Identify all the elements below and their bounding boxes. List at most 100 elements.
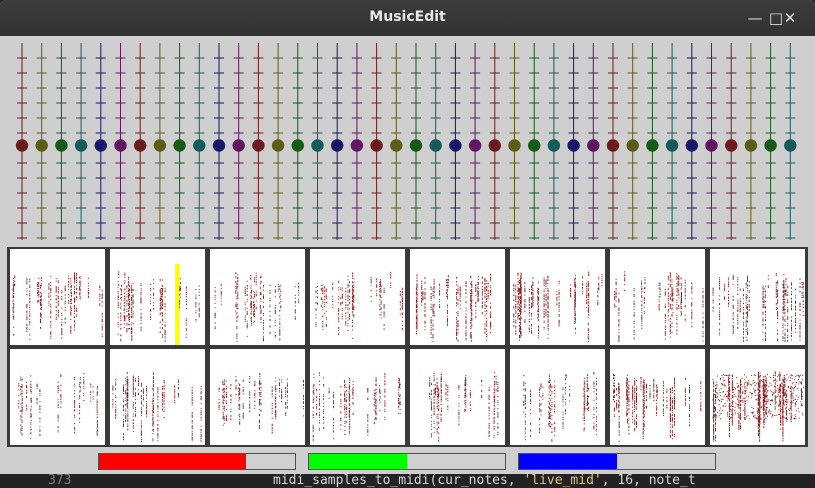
note-knob[interactable] (409, 139, 423, 152)
note-knob[interactable] (646, 139, 659, 152)
red-level-bar[interactable] (98, 453, 296, 470)
sample-cell[interactable] (510, 349, 605, 445)
note-knob[interactable] (291, 139, 304, 152)
note-knob[interactable] (134, 139, 147, 152)
piano-track[interactable] (350, 43, 364, 240)
note-knob[interactable] (94, 139, 108, 152)
note-knob[interactable] (370, 139, 383, 152)
sample-cell[interactable] (110, 349, 205, 445)
sample-cell[interactable] (710, 249, 805, 345)
note-knob[interactable] (547, 139, 561, 152)
note-knob[interactable] (232, 139, 245, 152)
piano-track[interactable] (547, 43, 561, 240)
sample-cell[interactable] (310, 349, 405, 445)
sample-cell[interactable] (10, 349, 105, 445)
sample-cell[interactable] (710, 349, 805, 445)
sample-cell[interactable] (210, 349, 305, 445)
green-level-bar[interactable] (308, 453, 506, 470)
piano-track[interactable] (390, 43, 403, 240)
piano-track[interactable] (271, 43, 285, 240)
blue-level-bar[interactable] (518, 453, 716, 470)
close-button[interactable]: ✕ (780, 8, 800, 28)
note-knob[interactable] (587, 139, 600, 152)
note-knob[interactable] (685, 139, 698, 152)
note-knob[interactable] (114, 139, 127, 152)
note-knob[interactable] (311, 139, 324, 152)
piano-track[interactable] (528, 43, 541, 240)
note-knob[interactable] (193, 139, 206, 152)
piano-track[interactable] (725, 43, 738, 240)
note-knob[interactable] (468, 139, 482, 152)
piano-track[interactable] (370, 43, 383, 240)
note-knob[interactable] (55, 139, 68, 152)
piano-track[interactable] (646, 43, 659, 240)
sample-cell[interactable] (410, 249, 505, 345)
note-knob[interactable] (271, 139, 285, 152)
piano-track[interactable] (705, 43, 718, 240)
sample-cell[interactable] (610, 249, 705, 345)
piano-track[interactable] (134, 43, 147, 240)
piano-roll[interactable] (7, 36, 808, 247)
piano-track[interactable] (784, 43, 797, 240)
piano-track[interactable] (153, 43, 167, 240)
note-knob[interactable] (331, 139, 344, 152)
minimize-button[interactable]: — (745, 8, 765, 28)
piano-track[interactable] (15, 43, 29, 240)
piano-track[interactable] (94, 43, 108, 240)
piano-track[interactable] (311, 43, 324, 240)
note-knob[interactable] (606, 139, 620, 152)
piano-track[interactable] (567, 43, 580, 240)
piano-track[interactable] (409, 43, 423, 240)
note-knob[interactable] (252, 139, 265, 152)
note-knob[interactable] (35, 139, 48, 152)
note-knob[interactable] (173, 139, 186, 152)
sample-cell[interactable] (310, 249, 405, 345)
note-knob[interactable] (153, 139, 167, 152)
note-knob[interactable] (429, 139, 442, 152)
piano-track[interactable] (429, 43, 442, 240)
note-knob[interactable] (390, 139, 403, 152)
note-knob[interactable] (15, 139, 29, 152)
note-knob[interactable] (528, 139, 541, 152)
piano-track[interactable] (449, 43, 462, 240)
piano-track[interactable] (764, 43, 777, 240)
piano-track[interactable] (626, 43, 639, 240)
note-knob[interactable] (567, 139, 580, 152)
note-knob[interactable] (350, 139, 364, 152)
piano-track[interactable] (665, 43, 679, 240)
piano-track[interactable] (193, 43, 206, 240)
piano-track[interactable] (114, 43, 127, 240)
note-knob[interactable] (626, 139, 639, 152)
piano-track[interactable] (35, 43, 48, 240)
piano-track[interactable] (468, 43, 482, 240)
note-knob[interactable] (764, 139, 777, 152)
sample-cell[interactable] (610, 349, 705, 445)
piano-track[interactable] (331, 43, 344, 240)
piano-track[interactable] (232, 43, 245, 240)
piano-track[interactable] (252, 43, 265, 240)
note-knob[interactable] (744, 139, 758, 152)
sample-cell[interactable] (510, 249, 605, 345)
note-knob[interactable] (725, 139, 738, 152)
piano-track[interactable] (173, 43, 186, 240)
piano-track[interactable] (587, 43, 600, 240)
piano-track[interactable] (744, 43, 758, 240)
piano-track[interactable] (291, 43, 304, 240)
sample-cell[interactable] (210, 249, 305, 345)
sample-cell[interactable] (10, 249, 105, 345)
note-knob[interactable] (449, 139, 462, 152)
piano-track[interactable] (74, 43, 88, 240)
note-knob[interactable] (74, 139, 88, 152)
piano-track[interactable] (606, 43, 620, 240)
title-bar[interactable]: MusicEdit — □ ✕ (0, 0, 815, 36)
playhead-cursor[interactable] (175, 264, 179, 345)
piano-track[interactable] (55, 43, 68, 240)
note-knob[interactable] (508, 139, 521, 152)
piano-track[interactable] (212, 43, 226, 240)
sample-cell[interactable] (410, 349, 505, 445)
note-knob[interactable] (705, 139, 718, 152)
sample-cell[interactable] (110, 249, 205, 345)
note-knob[interactable] (784, 139, 797, 152)
note-knob[interactable] (665, 139, 679, 152)
piano-track[interactable] (508, 43, 521, 240)
